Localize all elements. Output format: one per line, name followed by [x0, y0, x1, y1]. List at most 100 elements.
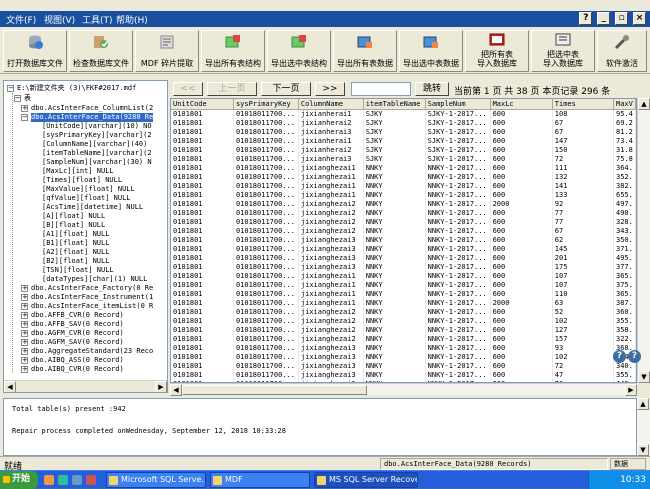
table-row[interactable]: 0101801 01018011700... jixianherai2 SJKY SJK…	[171, 145, 636, 155]
scroll-left-icon[interactable]: ◀	[4, 381, 16, 392]
tree-column-item[interactable]: [Times][float] NULL	[42, 176, 122, 185]
tree-column-item[interactable]: [UnitCode][varchar](10) NO	[42, 122, 152, 131]
table-cell[interactable]: NNKY-1-2017...	[425, 172, 491, 182]
table-cell[interactable]: 600	[490, 244, 553, 254]
table-cell[interactable]: 364.	[613, 163, 636, 173]
jump-button[interactable]: 跳转	[415, 82, 449, 96]
tree-table-item[interactable]: dbo.AcsInterFace_Instrument(1	[31, 293, 153, 302]
table-cell[interactable]: 145	[552, 244, 615, 254]
taskbar-item[interactable]: Microsoft SQL Serve...	[106, 472, 206, 488]
table-cell[interactable]: 0101801	[171, 361, 234, 371]
table-cell[interactable]: SJKY-1-2017...	[425, 127, 491, 137]
table-cell[interactable]: 47	[552, 370, 615, 380]
table-cell[interactable]: SJKY	[363, 109, 426, 119]
table-cell[interactable]: 01018011700...	[233, 370, 299, 380]
table-cell[interactable]: 322.	[613, 334, 636, 344]
tree-table-item[interactable]: dbo.AcsInterFace_ColumnList(2	[31, 104, 153, 113]
table-row[interactable]: 010180101018011700...jixianghezai1NNKYNN…	[171, 181, 636, 191]
table-cell[interactable]: 01018011700...	[233, 334, 299, 344]
table-cell[interactable]: 01018011700...	[233, 109, 299, 119]
activate-software-button[interactable]: 软件激活	[597, 30, 647, 72]
import-all-tables-button[interactable]: 把所有表 导入数据库	[465, 30, 529, 72]
table-cell[interactable]: NNKY-1-2017...	[425, 316, 491, 326]
table-cell[interactable]: 01018011700...	[233, 316, 299, 326]
table-cell[interactable]: 77	[552, 217, 615, 227]
tree-column-item[interactable]: [B2][float] NULL	[42, 257, 109, 266]
table-cell[interactable]: 0101801	[171, 307, 234, 317]
table-cell[interactable]: NNKY	[363, 361, 426, 371]
scroll-right-icon[interactable]: ▶	[625, 384, 637, 396]
tree-column-item[interactable]: [itemTableName][varchar](2	[42, 149, 152, 158]
table-cell[interactable]: 92	[552, 199, 615, 209]
table-cell[interactable]: 201	[552, 253, 615, 263]
table-cell[interactable]: 72	[552, 154, 615, 164]
table-cell[interactable]: 600	[490, 226, 553, 236]
table-cell[interactable]: 01018011700...	[233, 343, 299, 353]
table-cell[interactable]: 382.	[613, 181, 636, 191]
table-cell[interactable]: 375.	[613, 280, 636, 290]
quicklaunch-icon[interactable]	[86, 475, 96, 485]
table-cell[interactable]: 600	[490, 109, 553, 119]
table-cell[interactable]: 132	[552, 172, 615, 182]
table-cell[interactable]: jixianghezai2	[298, 307, 364, 317]
table-row[interactable]: 010180101018011700...jixianghezai1NNKYNN…	[171, 190, 636, 200]
table-cell[interactable]: 0101801	[171, 280, 234, 290]
scroll-up-icon[interactable]: ▲	[638, 98, 650, 110]
table-cell[interactable]: NNKY	[363, 343, 426, 353]
table-row[interactable]: 010180101018011700...jixianghezai1NNKYNN…	[171, 289, 636, 299]
table-row[interactable]: 0101801 01018011700... jixianghezai3 NNKY NN…	[171, 244, 636, 254]
table-cell[interactable]: 0101801	[171, 199, 234, 209]
table-cell[interactable]: 497.	[613, 199, 636, 209]
tree-column-item[interactable]: [MaxLc][int] NULL	[42, 167, 114, 176]
table-row[interactable]: 0101801 01018011700... jixianherai3 SJKY SJK…	[171, 154, 636, 164]
table-cell[interactable]: 360.	[613, 307, 636, 317]
table-cell[interactable]: NNKY	[363, 280, 426, 290]
table-cell[interactable]: 377.	[613, 262, 636, 272]
table-cell[interactable]: jixianghezai1	[298, 181, 364, 191]
grid-vertical-scrollbar[interactable]: ▲ ▼	[637, 98, 650, 383]
table-cell[interactable]: 01018011700...	[233, 361, 299, 371]
table-cell[interactable]: 600	[490, 235, 553, 245]
table-cell[interactable]: SJKY	[363, 145, 426, 155]
table-cell[interactable]: 110	[552, 289, 615, 299]
table-cell[interactable]: 0101801	[171, 334, 234, 344]
table-cell[interactable]: 0101801	[171, 262, 234, 272]
table-cell[interactable]: 133	[552, 190, 615, 200]
table-cell[interactable]: 600	[490, 163, 553, 173]
table-cell[interactable]: 0101801	[171, 370, 234, 380]
table-cell[interactable]: 01018011700...	[233, 280, 299, 290]
table-cell[interactable]: jixianghezai3	[298, 253, 364, 263]
table-cell[interactable]: 600	[490, 172, 553, 182]
column-header[interactable]: MaxLc	[490, 99, 553, 110]
table-cell[interactable]: jixianherai2	[298, 145, 364, 155]
table-cell[interactable]: 63	[552, 298, 615, 308]
next-page-button[interactable]: 下一页	[261, 82, 311, 96]
table-cell[interactable]: 01018011700...	[233, 154, 299, 164]
export-selected-data-button[interactable]: 导出选中表数据	[399, 30, 463, 72]
table-cell[interactable]: 01018011700...	[233, 289, 299, 299]
collapse-icon[interactable]: −	[21, 114, 28, 121]
table-cell[interactable]: jixianherai3	[298, 127, 364, 137]
table-cell[interactable]: 600	[490, 127, 553, 137]
table-cell[interactable]: 141	[552, 181, 615, 191]
table-cell[interactable]: 0101801	[171, 352, 234, 362]
table-cell[interactable]: NNKY-1-2017...	[425, 181, 491, 191]
table-cell[interactable]: 495.	[613, 253, 636, 263]
table-cell[interactable]: jixianghezai2	[298, 217, 364, 227]
table-cell[interactable]: NNKY-1-2017...	[425, 280, 491, 290]
last-page-button[interactable]: >>	[315, 82, 345, 96]
table-cell[interactable]: 600	[490, 271, 553, 281]
restore-button[interactable]: ▫	[615, 12, 629, 25]
table-cell[interactable]: 600	[490, 118, 553, 128]
table-cell[interactable]: NNKY	[363, 208, 426, 218]
table-cell[interactable]: NNKY	[363, 325, 426, 335]
table-cell[interactable]: 0101801	[171, 316, 234, 326]
log-scrollbar[interactable]: ▲ ▼	[637, 398, 650, 456]
table-cell[interactable]: NNKY	[363, 244, 426, 254]
table-cell[interactable]: 0101801	[171, 343, 234, 353]
quicklaunch-icon[interactable]	[58, 475, 68, 485]
table-cell[interactable]: 67	[552, 127, 615, 137]
table-cell[interactable]: 01018011700...	[233, 235, 299, 245]
table-cell[interactable]: 0101801	[171, 208, 234, 218]
table-cell[interactable]: 600	[490, 154, 553, 164]
